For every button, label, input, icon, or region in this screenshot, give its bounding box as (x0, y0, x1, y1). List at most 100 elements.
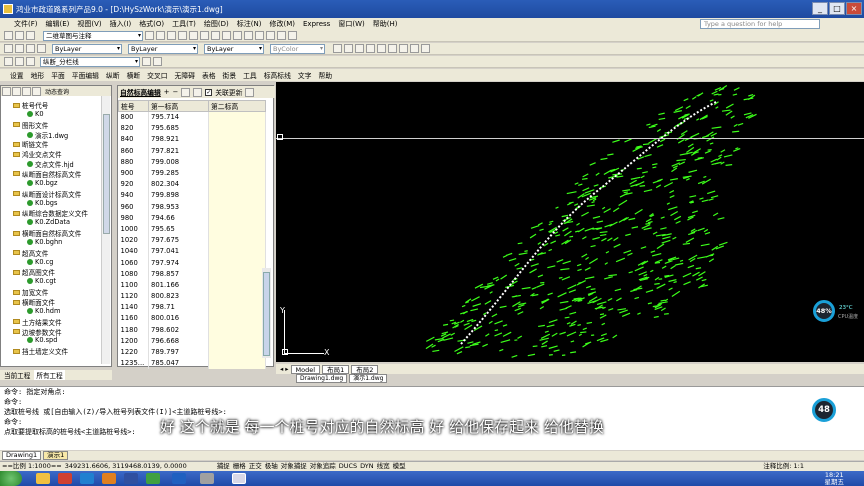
tree-file-item[interactable]: K0 (27, 110, 44, 118)
hongye-menu-item[interactable]: 工具 (243, 70, 257, 80)
tree-folder-item[interactable]: 土方结果文件 (13, 317, 62, 327)
first-elev-cell[interactable]: 798.602 (148, 324, 209, 336)
hongye-menu-item[interactable]: 标高标线 (264, 70, 291, 80)
second-elev-cell[interactable] (208, 346, 266, 358)
second-elev-cell[interactable] (208, 156, 266, 168)
zoom-realtime-icon[interactable] (222, 31, 231, 40)
station-cell[interactable]: 1140 (118, 301, 149, 313)
workspace-select[interactable]: 二维草图与注释 (43, 30, 143, 41)
save-icon[interactable] (26, 31, 35, 40)
annotation-scale[interactable]: 注释比例: 1:1 (763, 462, 804, 471)
tree-save-icon[interactable] (22, 87, 31, 96)
tree-folder-item[interactable]: 纵断面自然标高文件 (13, 169, 81, 179)
color-select[interactable]: ByLayer (52, 43, 122, 54)
first-elev-cell[interactable]: 801.166 (148, 279, 209, 291)
table-row[interactable]: 1200 796.668 (118, 335, 266, 347)
zoom-dynamic-icon[interactable] (410, 44, 419, 53)
table-row[interactable]: 940 799.898 (118, 189, 266, 201)
tree-refresh-icon[interactable] (32, 87, 41, 96)
status-toggle[interactable]: 线宽 (377, 462, 390, 471)
layer-state-icon[interactable] (15, 44, 24, 53)
system-clock[interactable]: 18:21 星期五 (825, 472, 845, 485)
tree-folder-item[interactable]: 横断面文件 (13, 297, 55, 307)
station-cell[interactable]: 840 (118, 133, 149, 146)
table-row[interactable]: 840 798.921 (118, 133, 266, 146)
tree-file-item[interactable]: 交点文件.hjd (27, 159, 74, 169)
help-search-input[interactable]: Type a question for help (700, 19, 820, 29)
player-taskbar-icon[interactable] (200, 473, 214, 484)
first-elev-cell[interactable]: 799.008 (148, 156, 209, 168)
layer-on-icon[interactable] (4, 57, 13, 66)
tree-file-item[interactable]: K0.hdm (27, 307, 60, 315)
start-button[interactable] (0, 471, 22, 486)
station-cell[interactable]: 860 (118, 145, 149, 157)
table-row[interactable]: 1060 797.974 (118, 256, 266, 269)
station-cell[interactable]: 1160 (118, 312, 149, 325)
first-elev-cell[interactable]: 800.016 (148, 312, 209, 325)
hongye-menu-item[interactable]: 地形 (31, 70, 45, 80)
tree-file-item[interactable]: K0.cg (27, 258, 53, 266)
tab-all-projects[interactable]: 所有工程 (34, 370, 65, 380)
chat-taskbar-icon[interactable] (146, 473, 160, 484)
status-toggle[interactable]: 模型 (393, 462, 406, 471)
zoom-extents-icon[interactable] (366, 44, 375, 53)
first-elev-cell[interactable]: 785.047 (148, 357, 209, 369)
editor-close-icon[interactable] (245, 87, 255, 97)
tree-folder-item[interactable]: 纵断综合数据定义文件 (13, 208, 88, 218)
second-elev-cell[interactable] (208, 145, 266, 157)
hongye-menu-item[interactable]: 平面 (51, 70, 65, 80)
table-scroll-thumb[interactable] (263, 272, 270, 356)
layer-select[interactable]: 纵断_分栏线 (40, 56, 140, 67)
menu-item[interactable]: 帮助(H) (373, 19, 398, 29)
menu-item[interactable]: 绘图(D) (204, 19, 229, 29)
second-elev-cell[interactable] (208, 178, 266, 190)
menu-item[interactable]: 工具(T) (172, 19, 196, 29)
station-cell[interactable]: 920 (118, 178, 149, 190)
menu-item[interactable]: 窗口(W) (338, 19, 364, 29)
first-elev-cell[interactable]: 798.953 (148, 201, 209, 213)
menu-item[interactable]: 编辑(E) (46, 19, 70, 29)
file-tab-drawing1[interactable]: Drawing1.dwg (296, 374, 348, 383)
second-elev-cell[interactable] (208, 234, 266, 246)
first-elev-cell[interactable]: 798.857 (148, 268, 209, 280)
table-row[interactable]: 1140 798.71 (118, 301, 266, 313)
tree-folder-item[interactable]: 纵断面设计标高文件 (13, 189, 81, 199)
close-button[interactable]: × (846, 2, 862, 15)
status-toggle[interactable]: 捕捉 (217, 462, 230, 471)
first-elev-cell[interactable]: 800.823 (148, 290, 209, 302)
station-cell[interactable]: 940 (118, 189, 149, 201)
second-elev-cell[interactable] (208, 111, 266, 123)
tree-open-icon[interactable] (12, 87, 21, 96)
layer-lock-icon[interactable] (26, 57, 35, 66)
tree-file-item[interactable]: 演示1.dwg (27, 130, 68, 140)
print-icon[interactable] (145, 31, 154, 40)
station-cell[interactable]: 1120 (118, 290, 149, 302)
tree-folder-item[interactable]: 加宽文件 (13, 287, 48, 297)
tree-new-icon[interactable] (2, 87, 11, 96)
tree-file-item[interactable]: K0.spd (27, 336, 57, 344)
cad-taskbar-icon[interactable] (232, 473, 246, 484)
tree-file-item[interactable]: K0.bghn (27, 238, 62, 246)
tree-file-item[interactable]: K0.cgt (27, 277, 56, 285)
hongye-menu-item[interactable]: 无障碍 (175, 70, 195, 80)
table-row[interactable]: 1120 800.823 (118, 290, 266, 302)
first-elev-cell[interactable]: 799.898 (148, 189, 209, 201)
second-elev-cell[interactable] (208, 256, 266, 269)
layer-isolate-icon[interactable] (153, 57, 162, 66)
undo-icon[interactable] (189, 31, 198, 40)
status-toggle[interactable]: 栅格 (233, 462, 246, 471)
lineweight-select[interactable]: ByLayer (204, 43, 264, 54)
layer-previous-icon[interactable] (26, 44, 35, 53)
status-toggle[interactable]: 对象追踪 (310, 462, 336, 471)
tree-folder-item[interactable]: 鸿业交点文件 (13, 149, 62, 159)
second-elev-cell[interactable] (208, 268, 266, 280)
station-cell[interactable]: 1040 (118, 245, 149, 257)
layer-manager-icon[interactable] (4, 44, 13, 53)
plotstyle-select[interactable]: ByColor (270, 43, 325, 54)
cpu-gauge-2[interactable]: 48 (812, 398, 836, 422)
first-elev-cell[interactable]: 797.041 (148, 245, 209, 257)
save-icon[interactable] (193, 87, 203, 97)
first-elev-cell[interactable]: 798.71 (148, 301, 209, 313)
status-toggle[interactable]: 极轴 (265, 462, 278, 471)
first-elev-cell[interactable]: 797.675 (148, 234, 209, 246)
